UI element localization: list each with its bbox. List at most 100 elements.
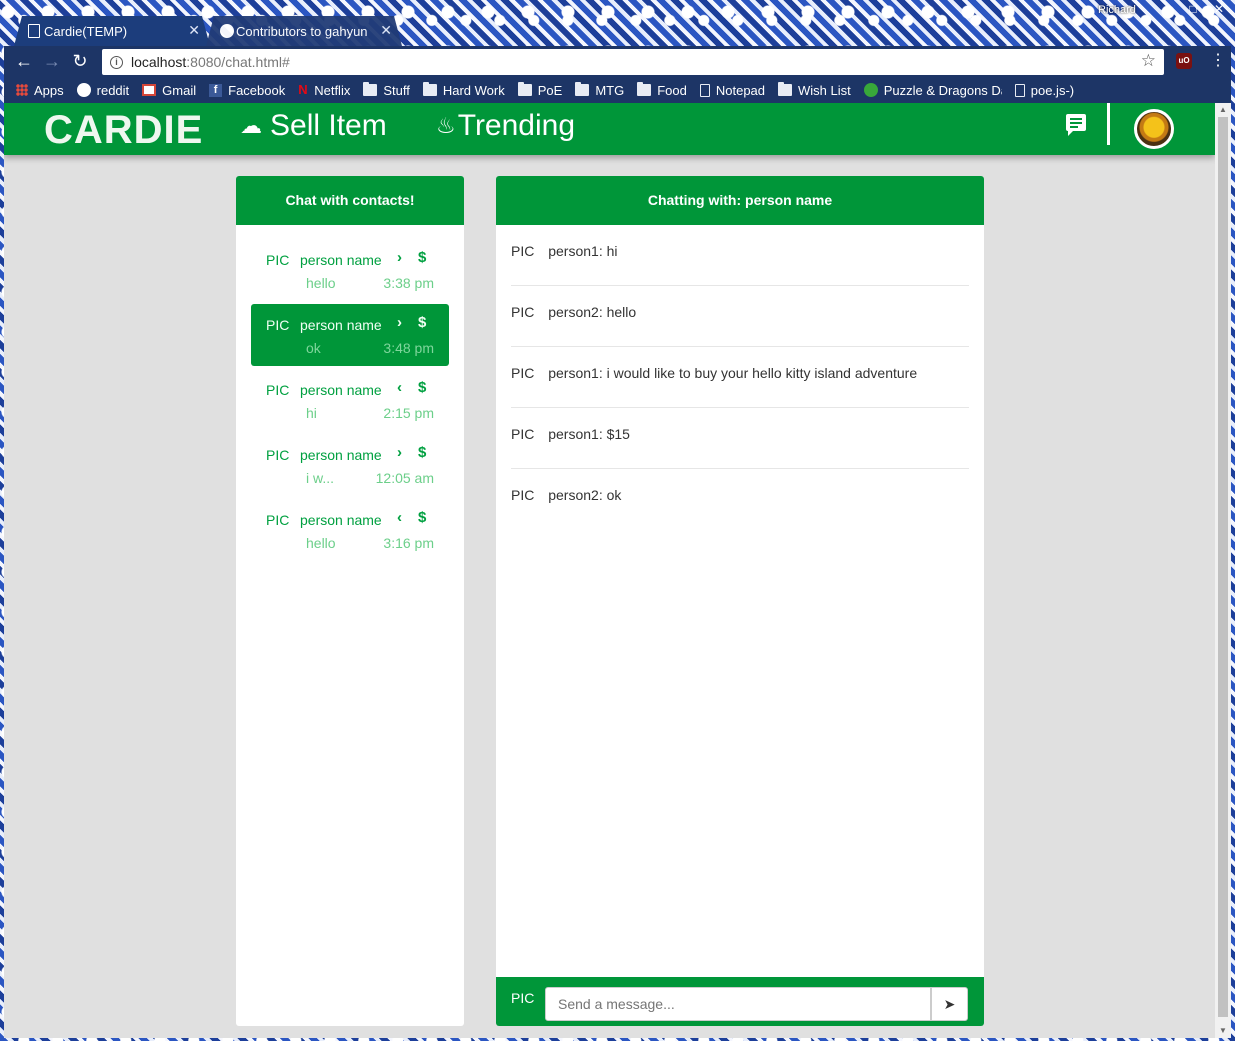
message-item: PIC person1: $15: [511, 408, 969, 469]
contact-item[interactable]: PIC person name › $ i w... 12:05 am: [251, 434, 449, 496]
chat-panel: Chatting with: person name PIC person1: …: [496, 176, 984, 1026]
message-pic: PIC: [511, 243, 535, 259]
message-text: person1: hi: [548, 243, 618, 259]
trending-link[interactable]: ♨ Trending: [436, 109, 575, 143]
bookmark-facebook[interactable]: f Facebook: [209, 83, 285, 98]
bookmark-poe-js[interactable]: poe.js-): [1014, 83, 1074, 98]
contact-last-message: ok: [306, 340, 321, 356]
dollar-icon: $: [418, 314, 427, 331]
bookmark-mtg[interactable]: MTG: [575, 82, 625, 98]
app-logo[interactable]: CARDIE: [44, 108, 203, 153]
message-text: person1: i would like to buy your hello …: [548, 365, 918, 381]
message-input[interactable]: [545, 987, 931, 1021]
contact-time: 3:38 pm: [383, 275, 434, 291]
message-composer: PIC ➤: [496, 977, 984, 1026]
contact-item-selected[interactable]: PIC person name › $ ok 3:48 pm: [251, 304, 449, 366]
sell-item-label: Sell Item: [270, 109, 387, 142]
tab-title: Contributors to gahyun: [236, 23, 368, 39]
bookmark-label: Hard Work: [442, 82, 505, 98]
contact-last-message: hello: [306, 535, 336, 551]
page-icon: [1014, 83, 1025, 97]
composer-pic: PIC: [511, 990, 535, 1006]
close-icon[interactable]: ✕: [188, 22, 200, 39]
scroll-down-icon[interactable]: ▼: [1218, 1026, 1228, 1036]
message-item: PIC person2: hello: [511, 286, 969, 347]
facebook-icon: f: [209, 83, 223, 97]
chevron-right-icon: ›: [397, 249, 402, 266]
close-icon[interactable]: ✕: [380, 22, 392, 39]
browser-toolbar: ← → ↻ i localhost:8080/chat.html# ☆ uO ⋮: [4, 46, 1231, 77]
page-icon: [699, 83, 710, 97]
info-icon[interactable]: i: [110, 55, 123, 69]
maximize-icon[interactable]: □: [1186, 2, 1200, 16]
folder-icon: [517, 82, 532, 96]
dollar-icon: $: [418, 249, 427, 266]
bookmark-gmail[interactable]: Gmail: [142, 83, 196, 98]
bookmark-star-icon[interactable]: ☆: [1141, 51, 1156, 71]
scrollbar-thumb[interactable]: [1218, 117, 1228, 1017]
contact-time: 3:48 pm: [383, 340, 434, 356]
reddit-icon: [76, 83, 91, 97]
bookmark-wish-list[interactable]: Wish List: [778, 82, 851, 98]
bookmark-label: Netflix: [314, 82, 351, 98]
bookmark-label: Apps: [34, 82, 64, 98]
message-list: PIC person1: hi PIC person2: hello PIC p…: [496, 225, 984, 530]
bookmark-hard-work[interactable]: Hard Work: [422, 82, 505, 98]
profile-name[interactable]: Richard: [1098, 4, 1136, 16]
message-item: PIC person1: i would like to buy your he…: [511, 347, 969, 408]
tab-contributors[interactable]: Contributors to gahyun ✕: [206, 16, 402, 46]
contact-name: person name: [300, 382, 382, 398]
bookmark-label: Wish List: [798, 82, 851, 98]
message-text: person2: ok: [548, 487, 622, 503]
folder-icon: [575, 82, 590, 96]
contact-pic: PIC: [266, 512, 290, 528]
back-icon[interactable]: ←: [10, 51, 38, 72]
send-button[interactable]: ➤: [931, 987, 968, 1021]
bookmark-poe[interactable]: PoE: [517, 82, 563, 98]
page-scrollbar[interactable]: ▲ ▼: [1215, 103, 1231, 1038]
bookmark-notepad[interactable]: Notepad: [699, 83, 765, 98]
send-icon: ➤: [943, 996, 956, 1012]
scroll-up-icon[interactable]: ▲: [1218, 105, 1228, 115]
minimize-icon[interactable]: –: [1158, 2, 1172, 16]
url-path: :8080/chat.html#: [186, 54, 290, 70]
contact-item[interactable]: PIC person name › $ hello 3:38 pm: [251, 239, 449, 301]
user-avatar[interactable]: [1134, 109, 1174, 149]
bookmark-label: reddit: [96, 82, 130, 98]
dollar-icon: $: [418, 379, 427, 396]
bookmark-label: Puzzle & Dragons Da: [883, 82, 1002, 98]
forward-icon[interactable]: →: [38, 51, 66, 72]
chat-icon[interactable]: [1066, 114, 1086, 136]
message-text: person1: $15: [548, 426, 630, 442]
bookmark-stuff[interactable]: Stuff: [363, 82, 410, 98]
ublock-extension-icon[interactable]: uO: [1176, 53, 1192, 69]
bookmark-netflix[interactable]: N Netflix: [298, 83, 350, 98]
bookmark-label: MTG: [595, 82, 625, 98]
tab-cardie[interactable]: Cardie(TEMP) ✕: [14, 16, 210, 46]
url-host: localhost: [131, 54, 187, 70]
contact-list: PIC person name › $ hello 3:38 pm PIC pe…: [236, 225, 464, 578]
message-pic: PIC: [511, 304, 535, 320]
reload-icon[interactable]: ↻: [66, 51, 94, 72]
contact-time: 12:05 am: [375, 470, 434, 486]
contact-name: person name: [300, 512, 382, 528]
window-close-icon[interactable]: ✕: [1212, 2, 1226, 16]
app-header: CARDIE ☁ Sell Item ♨ Trending: [4, 103, 1215, 155]
contact-item[interactable]: PIC person name ‹ $ hi 2:15 pm: [251, 369, 449, 431]
page-viewport: CARDIE ☁ Sell Item ♨ Trending Chat with …: [4, 103, 1215, 1038]
message-pic: PIC: [511, 365, 535, 381]
tab-title: Cardie(TEMP): [44, 23, 128, 39]
bookmark-reddit[interactable]: reddit: [76, 82, 130, 98]
browser-tab-strip: Cardie(TEMP) ✕ Contributors to gahyun ✕ …: [0, 0, 1235, 46]
gmail-icon: [142, 84, 157, 96]
message-item: PIC person2: ok: [511, 469, 969, 530]
sell-item-link[interactable]: ☁ Sell Item: [240, 109, 387, 143]
bookmark-apps[interactable]: Apps: [16, 83, 64, 98]
address-bar[interactable]: i localhost:8080/chat.html# ☆: [102, 49, 1164, 75]
browser-menu-icon[interactable]: ⋮: [1210, 50, 1226, 72]
contact-pic: PIC: [266, 447, 290, 463]
contact-item[interactable]: PIC person name ‹ $ hello 3:16 pm: [251, 499, 449, 561]
bookmark-food[interactable]: Food: [637, 82, 687, 98]
bookmark-puzzle-dragons[interactable]: Puzzle & Dragons Da: [863, 82, 1002, 98]
bookmark-label: PoE: [537, 82, 563, 98]
